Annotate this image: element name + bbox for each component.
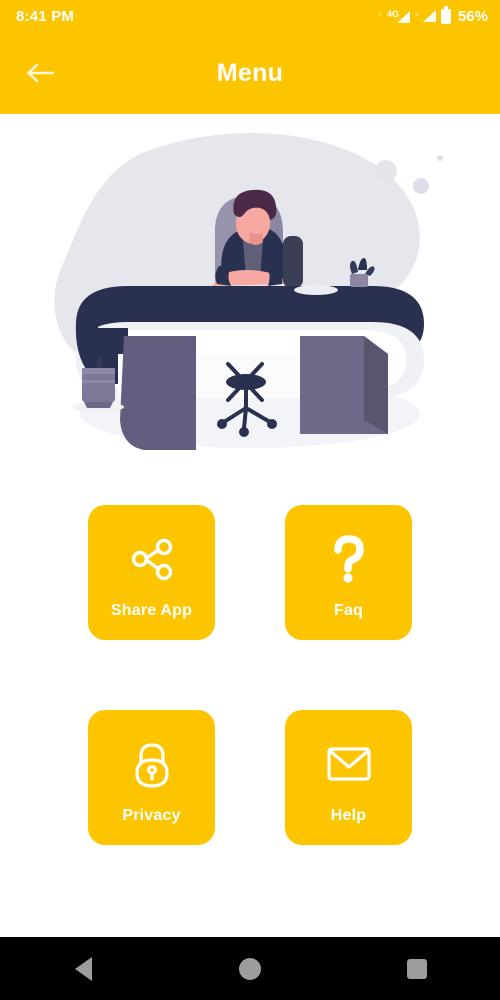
envelope-icon [323, 731, 375, 797]
menu-tile-privacy[interactable]: Privacy [88, 710, 215, 845]
signal-icon-2 [422, 10, 436, 22]
app-bar: Menu [0, 32, 500, 114]
person-at-desk-illustration [0, 114, 500, 504]
question-icon [324, 526, 374, 592]
status-dot-icon-2 [414, 12, 418, 16]
back-triangle-icon [74, 956, 92, 981]
nav-recents-button[interactable] [387, 937, 447, 1000]
menu-tile-share-app[interactable]: Share App [88, 505, 215, 640]
menu-tile-label: Help [330, 806, 367, 824]
home-circle-icon [238, 957, 261, 980]
signal-icon-1: 4G [387, 9, 410, 23]
menu-tile-help[interactable]: Help [285, 710, 412, 845]
phone-screen: 8:41 PM 4G 56% Menu Share App Faq Privac… [0, 0, 500, 1000]
page-title: Menu [216, 58, 284, 87]
signal-bars-icon [396, 11, 410, 23]
status-time: 8:41 PM [16, 7, 75, 25]
lock-icon [127, 731, 177, 797]
status-dot-icon [378, 12, 382, 16]
nav-back-button[interactable] [53, 937, 113, 1000]
menu-tile-label: Privacy [122, 806, 181, 824]
menu-tile-label: Faq [333, 601, 364, 619]
nav-home-button[interactable] [220, 937, 280, 1000]
recents-square-icon [406, 958, 427, 979]
menu-tile-grid: Share App Faq Privacy Help [0, 505, 500, 845]
status-bar: 8:41 PM 4G 56% [0, 0, 500, 32]
menu-tile-label: Share App [110, 601, 193, 619]
arrow-left-icon [26, 63, 55, 83]
share-icon [127, 526, 177, 592]
battery-percent-label: 56% [457, 7, 488, 25]
illustration-svg [54, 132, 443, 450]
status-indicators: 4G 56% [378, 5, 488, 25]
back-button[interactable] [20, 52, 62, 94]
android-navigation-bar [0, 937, 500, 1000]
signal-bars-icon-2 [422, 10, 436, 22]
battery-icon [440, 5, 451, 24]
menu-tile-faq[interactable]: Faq [285, 505, 412, 640]
